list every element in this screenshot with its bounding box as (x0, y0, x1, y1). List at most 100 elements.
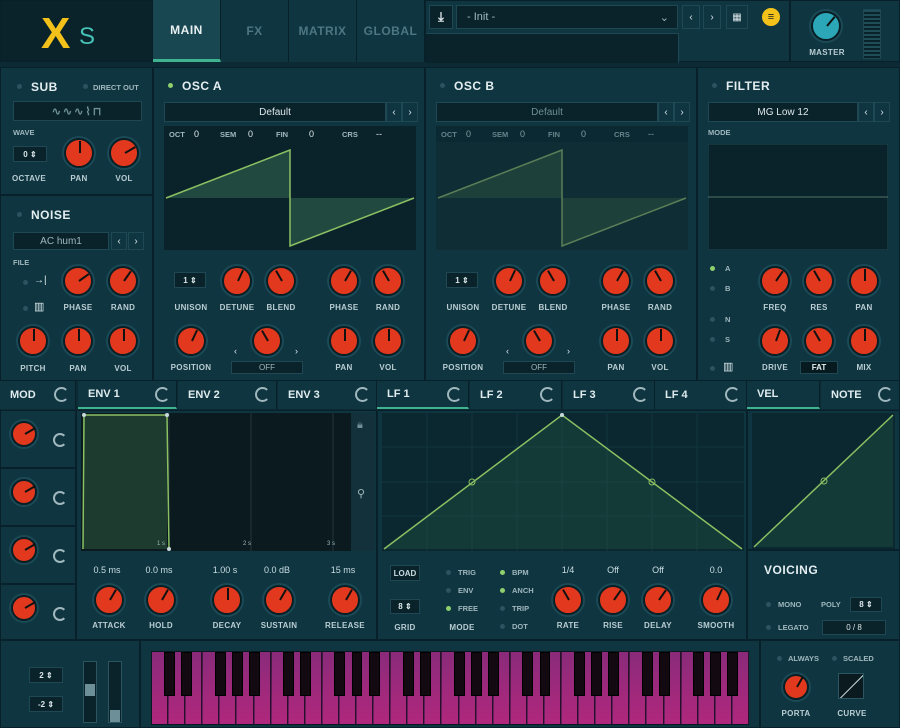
osc-a-pan-knob[interactable] (329, 326, 359, 356)
tab-lf2[interactable]: LF 2 (470, 381, 562, 409)
osc-a-waveform-display[interactable] (164, 142, 416, 250)
mod-3-ring-icon[interactable] (53, 549, 67, 563)
delay-knob[interactable] (643, 585, 673, 615)
attack-knob[interactable] (94, 585, 124, 615)
always-led[interactable] (777, 656, 782, 661)
osc-a-detune-knob[interactable] (222, 266, 252, 296)
black-key[interactable] (539, 652, 551, 696)
noise-preset-selector[interactable]: AC hum1 (13, 232, 109, 250)
black-key[interactable] (471, 652, 483, 696)
filter-prev-button[interactable]: ‹ (858, 102, 874, 122)
black-key[interactable] (573, 652, 585, 696)
master-knob[interactable] (811, 11, 841, 41)
rise-knob[interactable] (598, 585, 628, 615)
tab-mod[interactable]: MOD (0, 381, 76, 409)
osc-b-blend-knob[interactable] (538, 266, 568, 296)
envelope-graph[interactable] (81, 413, 351, 551)
mod-1-ring-icon[interactable] (53, 433, 67, 447)
mod-4-ring-icon[interactable] (53, 607, 67, 621)
filter-res-knob[interactable] (804, 266, 834, 296)
preset-prev-button[interactable]: ‹ (682, 5, 700, 29)
black-key[interactable] (402, 652, 414, 696)
env2-ring-icon[interactable] (255, 387, 270, 402)
filter-pan-knob[interactable] (849, 266, 879, 296)
env3-ring-icon[interactable] (355, 387, 370, 402)
osc-b-next-button[interactable]: › (674, 102, 690, 122)
osc-a-position-knob[interactable] (176, 326, 206, 356)
osc-b-position-knob[interactable] (448, 326, 478, 356)
black-key[interactable] (727, 652, 739, 696)
black-key[interactable] (351, 652, 363, 696)
mod-1-knob[interactable] (11, 421, 37, 447)
mono-led[interactable] (766, 602, 771, 607)
black-key[interactable] (283, 652, 295, 696)
black-key[interactable] (659, 652, 671, 696)
warp-next-icon[interactable]: › (567, 346, 570, 356)
mod-4-knob[interactable] (11, 595, 37, 621)
bpm-led[interactable] (500, 570, 505, 575)
lf3-ring-icon[interactable] (633, 387, 648, 402)
osc-b-warp-mode[interactable]: OFF (503, 361, 575, 374)
black-key[interactable] (693, 652, 705, 696)
env1-ring-icon[interactable] (155, 387, 170, 402)
filter-route-a-led[interactable] (710, 266, 715, 271)
tab-main[interactable]: MAIN (153, 0, 221, 62)
filter-freq-knob[interactable] (760, 266, 790, 296)
sem-value[interactable]: 0 (520, 129, 525, 139)
tab-vel[interactable]: VEL (747, 381, 820, 409)
black-key[interactable] (607, 652, 619, 696)
noise-prev-button[interactable]: ‹ (111, 232, 127, 250)
mod-2-knob[interactable] (11, 479, 37, 505)
osc-a-vol-knob[interactable] (373, 326, 403, 356)
lf2-ring-icon[interactable] (540, 387, 555, 402)
menu-icon[interactable]: ≡ (762, 8, 780, 26)
filter-route-n-led[interactable] (710, 317, 715, 322)
warp-prev-icon[interactable]: ‹ (506, 346, 509, 356)
black-key[interactable] (249, 652, 260, 696)
black-key[interactable] (590, 652, 602, 696)
osc-b-warp-knob[interactable] (524, 326, 554, 356)
black-key[interactable] (454, 652, 465, 696)
osc-b-prev-button[interactable]: ‹ (658, 102, 674, 122)
noise-keytrack-led[interactable] (23, 306, 28, 311)
black-key[interactable] (419, 652, 431, 696)
fin-value[interactable]: 0 (581, 129, 586, 139)
mod-wheel[interactable] (108, 661, 122, 723)
tab-env2[interactable]: ENV 2 (178, 381, 277, 409)
pitch-bend-down-stepper[interactable]: -2 ⇕ (29, 696, 63, 712)
osc-b-wavetable-selector[interactable]: Default (436, 102, 658, 122)
tab-matrix[interactable]: MATRIX (289, 0, 357, 62)
filter-type-selector[interactable]: MG Low 12 (708, 102, 858, 122)
anch-led[interactable] (500, 588, 505, 593)
oct-value[interactable]: 0 (194, 129, 199, 139)
filter-route-b-led[interactable] (710, 286, 715, 291)
tab-env3[interactable]: ENV 3 (278, 381, 377, 409)
black-key[interactable] (214, 652, 226, 696)
osc-a-wavetable-selector[interactable]: Default (164, 102, 386, 122)
oct-value[interactable]: 0 (466, 129, 471, 139)
tab-global[interactable]: GLOBAL (357, 0, 425, 62)
osc-a-unison-stepper[interactable]: 1 ⇕ (174, 272, 206, 288)
noise-oneshot-led[interactable] (23, 280, 28, 285)
tab-lf3[interactable]: LF 3 (563, 381, 655, 409)
crs-value[interactable]: -- (648, 129, 654, 139)
black-key[interactable] (488, 652, 500, 696)
noise-pitch-knob[interactable] (18, 326, 48, 356)
filter-fat-knob[interactable] (804, 326, 834, 356)
browser-grid-icon[interactable]: ▦ (726, 5, 748, 29)
osc-a-next-button[interactable]: › (402, 102, 418, 122)
filter-enable-led[interactable] (712, 83, 717, 88)
release-knob[interactable] (330, 585, 360, 615)
black-key[interactable] (642, 652, 653, 696)
filter-fat-button[interactable]: FAT (800, 361, 838, 374)
lfo-graph[interactable] (382, 413, 744, 551)
zoom-icon[interactable]: ⚲ (357, 487, 365, 500)
filter-route-s-led[interactable] (710, 337, 715, 342)
pitch-wheel[interactable] (83, 661, 97, 723)
osc-b-pan-knob[interactable] (601, 326, 631, 356)
osc-b-enable-led[interactable] (440, 83, 445, 88)
black-key[interactable] (180, 652, 192, 696)
osc-a-rand-knob[interactable] (373, 266, 403, 296)
fin-value[interactable]: 0 (309, 129, 314, 139)
black-key[interactable] (368, 652, 380, 696)
